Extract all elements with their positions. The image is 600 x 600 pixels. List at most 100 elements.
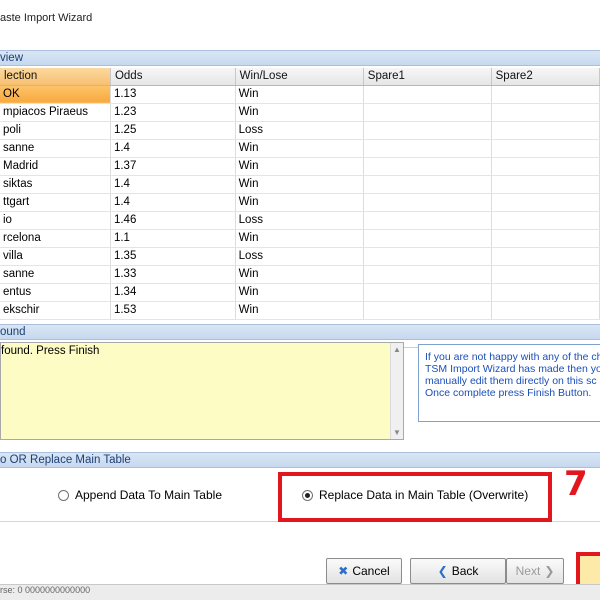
table-row[interactable]: ekschir 1.53 Win bbox=[0, 301, 600, 320]
table-cell[interactable] bbox=[363, 85, 492, 104]
table-cell[interactable]: poli bbox=[0, 121, 111, 140]
table-cell[interactable]: siktas bbox=[0, 175, 111, 194]
table-cell[interactable] bbox=[363, 157, 492, 176]
next-button[interactable]: Next ❯ bbox=[506, 558, 564, 584]
table-row[interactable]: OK 1.13 Win bbox=[0, 85, 600, 104]
table-cell[interactable]: 1.1 bbox=[110, 229, 236, 248]
column-header[interactable]: Spare1 bbox=[363, 68, 492, 86]
table-cell[interactable]: 1.37 bbox=[110, 157, 236, 176]
preview-table[interactable]: lection Odds Win/Lose Spare1 Spare2 OK 1.13 Wi… bbox=[0, 68, 600, 320]
table-cell[interactable]: 1.4 bbox=[110, 139, 236, 158]
table-cell[interactable]: 1.46 bbox=[110, 211, 236, 230]
table-cell[interactable] bbox=[491, 211, 600, 230]
table-cell[interactable]: 1.4 bbox=[110, 193, 236, 212]
table-cell[interactable] bbox=[491, 229, 600, 248]
table-cell[interactable]: entus bbox=[0, 283, 111, 302]
table-cell[interactable]: ekschir bbox=[0, 301, 111, 320]
table-cell[interactable] bbox=[363, 139, 492, 158]
table-cell[interactable]: Win bbox=[235, 193, 364, 212]
table-row[interactable]: sanne 1.33 Win bbox=[0, 265, 600, 284]
table-cell[interactable]: 1.13 bbox=[110, 85, 236, 104]
back-button[interactable]: ❮ Back bbox=[410, 558, 506, 584]
table-cell[interactable]: rcelona bbox=[0, 229, 111, 248]
table-cell[interactable] bbox=[363, 211, 492, 230]
table-cell[interactable] bbox=[363, 265, 492, 284]
append-radio[interactable]: Append Data To Main Table bbox=[58, 488, 222, 502]
table-cell[interactable]: Win bbox=[235, 265, 364, 284]
table-cell[interactable]: Win bbox=[235, 103, 364, 122]
column-header[interactable]: Spare2 bbox=[491, 68, 600, 86]
table-cell[interactable] bbox=[491, 193, 600, 212]
table-cell[interactable]: Win bbox=[235, 301, 364, 320]
table-cell[interactable]: 1.23 bbox=[110, 103, 236, 122]
table-cell[interactable]: OK bbox=[0, 85, 111, 104]
problems-textbox[interactable]: found. Press Finish ▲ ▼ bbox=[0, 342, 404, 440]
table-cell[interactable] bbox=[363, 193, 492, 212]
scroll-down-icon[interactable]: ▼ bbox=[393, 428, 401, 437]
table-row[interactable]: villa 1.35 Loss bbox=[0, 247, 600, 266]
table-cell[interactable]: villa bbox=[0, 247, 111, 266]
table-cell[interactable]: 1.34 bbox=[110, 283, 236, 302]
back-button-label: Back bbox=[451, 564, 479, 578]
table-cell[interactable]: sanne bbox=[0, 139, 111, 158]
table-cell[interactable]: 1.4 bbox=[110, 175, 236, 194]
table-cell[interactable]: 1.25 bbox=[110, 121, 236, 140]
table-cell[interactable]: Loss bbox=[235, 247, 364, 266]
table-cell[interactable]: Win bbox=[235, 229, 364, 248]
table-cell[interactable] bbox=[363, 283, 492, 302]
table-cell[interactable] bbox=[363, 229, 492, 248]
table-row[interactable]: io 1.46 Loss bbox=[0, 211, 600, 230]
table-cell[interactable]: ttgart bbox=[0, 193, 111, 212]
column-header[interactable]: Win/Lose bbox=[235, 68, 364, 86]
table-cell[interactable]: Loss bbox=[235, 121, 364, 140]
table-cell[interactable] bbox=[363, 121, 492, 140]
table-cell[interactable]: Win bbox=[235, 85, 364, 104]
table-row[interactable]: ttgart 1.4 Win bbox=[0, 193, 600, 212]
next-button-label: Next bbox=[515, 564, 541, 578]
table-cell[interactable] bbox=[363, 103, 492, 122]
cancel-button[interactable]: ✖ Cancel bbox=[326, 558, 402, 584]
problems-scrollbar[interactable]: ▲ ▼ bbox=[390, 343, 403, 439]
problems-section-header: ound bbox=[0, 324, 600, 340]
table-row[interactable]: sanne 1.4 Win bbox=[0, 139, 600, 158]
table-cell[interactable] bbox=[491, 301, 600, 320]
table-cell[interactable] bbox=[491, 103, 600, 122]
table-cell[interactable]: Win bbox=[235, 157, 364, 176]
table-cell[interactable] bbox=[491, 85, 600, 104]
table-cell[interactable] bbox=[491, 139, 600, 158]
table-cell[interactable]: sanne bbox=[0, 265, 111, 284]
table-row[interactable]: siktas 1.4 Win bbox=[0, 175, 600, 194]
table-row[interactable]: Madrid 1.37 Win bbox=[0, 157, 600, 176]
table-row[interactable]: entus 1.34 Win bbox=[0, 283, 600, 302]
table-cell[interactable] bbox=[491, 157, 600, 176]
append-radio-dot[interactable] bbox=[58, 489, 69, 501]
table-cell[interactable]: 1.33 bbox=[110, 265, 236, 284]
table-cell[interactable] bbox=[491, 247, 600, 266]
scroll-up-icon[interactable]: ▲ bbox=[393, 345, 401, 354]
table-cell[interactable] bbox=[491, 265, 600, 284]
table-row[interactable]: mpiacos Piraeus 1.23 Win bbox=[0, 103, 600, 122]
table-cell[interactable] bbox=[363, 301, 492, 320]
cancel-button-label: Cancel bbox=[352, 564, 390, 578]
table-cell[interactable]: io bbox=[0, 211, 111, 230]
table-cell[interactable] bbox=[491, 283, 600, 302]
preview-grid[interactable]: lection Odds Win/Lose Spare1 Spare2 OK 1.13 Wi… bbox=[0, 68, 600, 348]
table-row[interactable]: rcelona 1.1 Win bbox=[0, 229, 600, 248]
table-cell[interactable]: Win bbox=[235, 283, 364, 302]
column-header[interactable]: Odds bbox=[110, 68, 236, 86]
table-cell[interactable] bbox=[491, 121, 600, 140]
table-cell[interactable]: 1.53 bbox=[110, 301, 236, 320]
table-cell[interactable]: Win bbox=[235, 139, 364, 158]
table-cell[interactable]: 1.35 bbox=[110, 247, 236, 266]
window-title: aste Import Wizard bbox=[0, 12, 93, 24]
table-cell[interactable] bbox=[363, 247, 492, 266]
table-row[interactable]: poli 1.25 Loss bbox=[0, 121, 600, 140]
table-cell[interactable]: Loss bbox=[235, 211, 364, 230]
table-cell[interactable]: Win bbox=[235, 175, 364, 194]
table-cell[interactable]: Madrid bbox=[0, 157, 111, 176]
table-cell[interactable] bbox=[363, 175, 492, 194]
table-cell[interactable] bbox=[491, 175, 600, 194]
column-header[interactable]: lection bbox=[0, 68, 111, 86]
window-titlebar: aste Import Wizard bbox=[0, 0, 600, 38]
table-cell[interactable]: mpiacos Piraeus bbox=[0, 103, 111, 122]
